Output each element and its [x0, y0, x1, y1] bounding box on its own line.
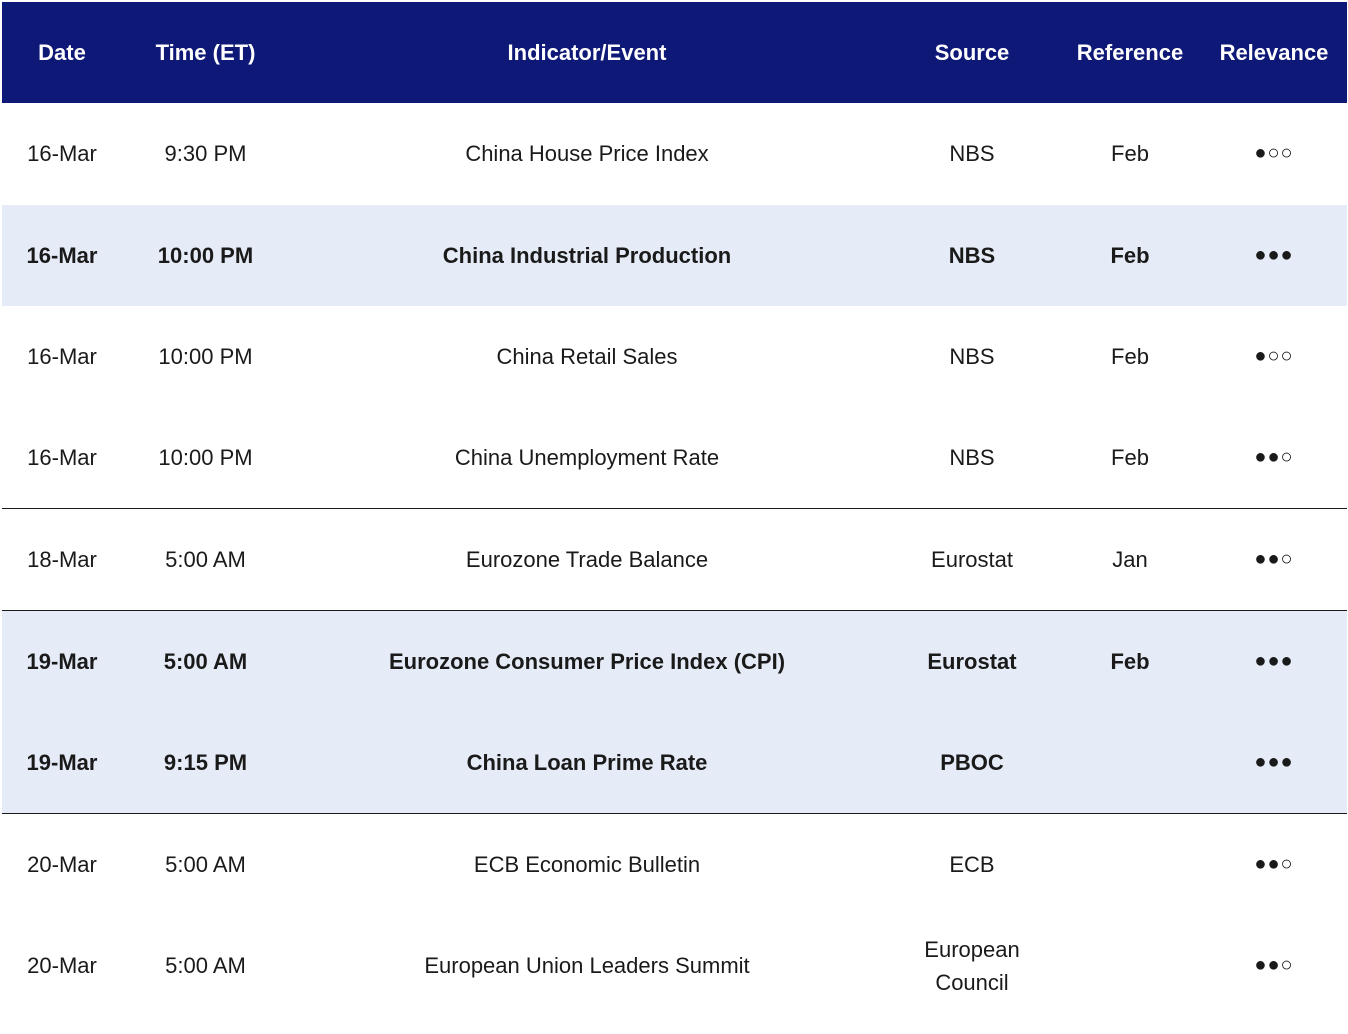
header-reference: Reference: [1076, 40, 1184, 65]
relevance-indicator: ●●●: [1254, 243, 1294, 266]
source-cell: NBS: [948, 242, 996, 268]
date-cell: 20-Mar: [27, 851, 97, 877]
time-cell: 10:00 PM: [158, 344, 253, 370]
event-cell: ECB Economic Bulletin: [473, 851, 701, 877]
relevance-indicator: ●●○: [1254, 446, 1294, 469]
time-cell: 5:00 AM: [165, 546, 246, 572]
reference-cell: Jan: [1112, 546, 1148, 572]
source-cell: NBS: [949, 344, 995, 370]
event-cell: China Retail Sales: [496, 344, 678, 370]
reference-cell: Feb: [1110, 242, 1150, 268]
source-cell: NBS: [949, 445, 995, 471]
time-cell: 10:00 PM: [157, 242, 254, 268]
table-row: 18-Mar 5:00 AM Eurozone Trade Balance Euros…: [2, 509, 1347, 611]
relevance-indicator: ●○○: [1254, 142, 1294, 165]
event-cell: China House Price Index: [465, 141, 709, 167]
table-header-row: Date Time (ET) Indicator/Event Source Re…: [2, 2, 1347, 103]
date-cell: 16-Mar: [27, 445, 97, 471]
table-row: 19-Mar 5:00 AM Eurozone Consumer Price Ind…: [2, 610, 1347, 712]
date-cell: 19-Mar: [26, 648, 98, 674]
source-cell: Eurostat: [927, 648, 1017, 674]
reference-cell: Feb: [1110, 648, 1150, 674]
time-cell: 9:15 PM: [163, 749, 248, 775]
reference-cell: Feb: [1111, 344, 1149, 370]
table-row: 20-Mar 5:00 AM ECB Economic Bulletin ECB ●●○: [2, 814, 1347, 916]
relevance-indicator: ●●○: [1254, 547, 1294, 570]
date-cell: 18-Mar: [27, 546, 97, 572]
event-cell: China Unemployment Rate: [454, 445, 720, 471]
event-cell: European Union Leaders Summit: [424, 953, 750, 979]
source-cell: ECB: [949, 851, 995, 877]
table-row: 16-Mar 10:00 PM China Industrial Productio…: [2, 204, 1347, 306]
time-cell: 9:30 PM: [164, 141, 247, 167]
table-row: 16-Mar 10:00 PM China Retail Sales NBS Feb ●○…: [2, 306, 1347, 408]
event-cell: China Loan Prime Rate: [466, 749, 708, 775]
relevance-indicator: ●●○: [1254, 852, 1294, 875]
date-cell: 16-Mar: [27, 344, 97, 370]
relevance-indicator: ●○○: [1254, 345, 1294, 368]
table-row: 19-Mar 9:15 PM China Loan Prime Rate PBOC ●●…: [2, 712, 1347, 814]
relevance-indicator: ●●●: [1254, 750, 1294, 773]
source-cell: NBS: [949, 141, 995, 167]
source-cell: PBOC: [940, 749, 1004, 775]
reference-cell: Feb: [1111, 141, 1149, 167]
reference-cell: Feb: [1111, 445, 1149, 471]
table-body: 16-Mar 9:30 PM China House Price Index NBS F…: [2, 103, 1347, 1017]
date-cell: 20-Mar: [27, 953, 97, 979]
event-cell: China Industrial Production: [442, 242, 732, 268]
table-row: 16-Mar 9:30 PM China House Price Index NBS F…: [2, 103, 1347, 205]
relevance-indicator: ●●●: [1254, 649, 1294, 672]
table-row: 20-Mar 5:00 AM European Union Leaders Summ…: [2, 915, 1347, 1017]
source-cell: European Council: [924, 936, 1020, 995]
time-cell: 5:00 AM: [165, 851, 246, 877]
time-cell: 10:00 PM: [158, 445, 253, 471]
header-time: Time (ET): [155, 40, 256, 65]
date-cell: 16-Mar: [26, 242, 98, 268]
time-cell: 5:00 AM: [163, 648, 248, 674]
economic-calendar-table: Date Time (ET) Indicator/Event Source Re…: [2, 2, 1347, 1017]
header-event: Indicator/Event: [507, 40, 667, 65]
date-cell: 19-Mar: [26, 749, 98, 775]
header-relevance: Relevance: [1219, 40, 1329, 65]
date-cell: 16-Mar: [27, 141, 97, 167]
table-row: 16-Mar 10:00 PM China Unemployment Rate NBS…: [2, 408, 1347, 509]
header-date: Date: [38, 40, 86, 65]
time-cell: 5:00 AM: [165, 953, 246, 979]
relevance-indicator: ●●○: [1254, 954, 1294, 977]
event-cell: Eurozone Consumer Price Index (CPI): [388, 648, 786, 674]
event-cell: Eurozone Trade Balance: [465, 546, 709, 572]
source-cell: Eurostat: [931, 546, 1013, 572]
header-source: Source: [934, 40, 1010, 65]
